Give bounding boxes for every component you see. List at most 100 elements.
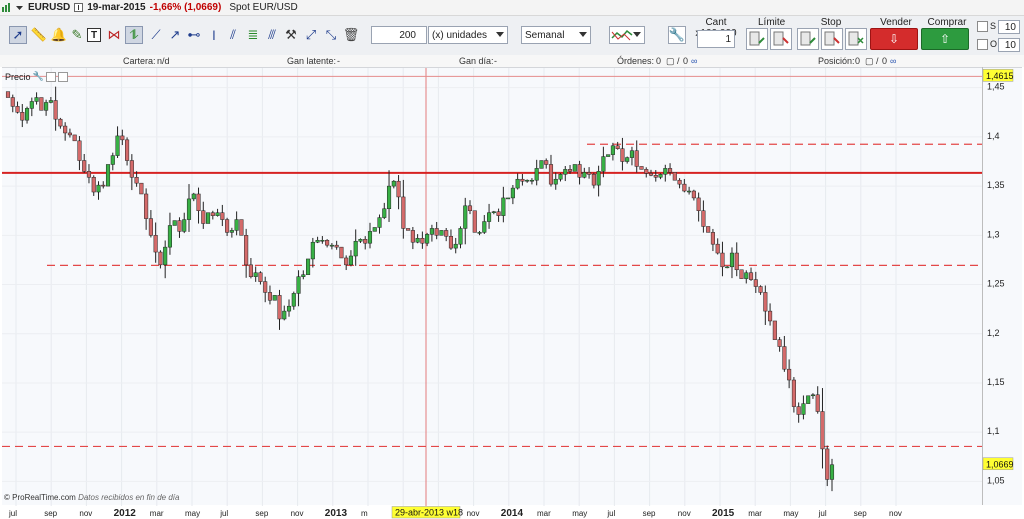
limit-buy-button[interactable] (746, 28, 768, 50)
x-tick-label: sep (854, 509, 867, 518)
arrow-up-tool-icon[interactable]: ⤢ (302, 26, 320, 44)
buy-mkt-button[interactable]: ⇧ (921, 28, 969, 50)
candle-body (758, 286, 763, 293)
candle-body (582, 172, 587, 178)
candle-body (344, 257, 349, 266)
hammer-tool-icon[interactable]: ⚒ (282, 26, 300, 44)
order-qty-input[interactable]: 1 (697, 30, 735, 48)
chart-type-select[interactable] (609, 26, 645, 44)
vertical-line-icon[interactable]: ǀ (205, 26, 223, 44)
candle-body (710, 232, 715, 245)
line-tool-icon[interactable]: ⟋ (147, 26, 165, 44)
candle-body (39, 97, 44, 111)
last-price-tag: 1,0669 (986, 459, 1014, 469)
candle-body (682, 183, 687, 192)
candle-body (463, 205, 468, 229)
stop-extra-button[interactable] (845, 28, 867, 50)
candle-body (629, 150, 635, 158)
candle-body (801, 403, 806, 415)
candle-body (615, 145, 620, 149)
channel-tool-icon[interactable]: ⫽ (224, 26, 242, 44)
x-tick-label: jul (8, 509, 17, 518)
candle-body (434, 228, 439, 236)
fibonacci-fan-icon[interactable]: ⫻ (263, 26, 281, 44)
symbol-label[interactable]: EURUSD (28, 2, 70, 13)
candle-body (777, 339, 782, 347)
ruler-tool-icon[interactable]: 📏 (30, 26, 48, 44)
ordenes-link-icon[interactable]: ∞ (691, 56, 697, 66)
trend-red-icon[interactable]: ⋈ (105, 26, 123, 44)
s-value-input[interactable]: 10 (998, 20, 1020, 34)
ordenes-separator: / (677, 56, 680, 66)
x-tick-label: 2012 (114, 508, 137, 519)
price-chart-panel[interactable]: Precio 🔧 (2, 67, 1022, 506)
candle-body (720, 252, 725, 268)
x-tick-label: may (783, 509, 798, 518)
stop-buy-button[interactable] (797, 28, 819, 50)
candle-body (701, 210, 706, 227)
candle-body (172, 220, 177, 226)
unit-type-select[interactable]: (x) unidades (428, 26, 508, 44)
candle-body (186, 198, 192, 220)
wrench-icon[interactable]: 🔧 (33, 71, 44, 82)
alert-bell-icon[interactable]: 🔔 (50, 26, 68, 44)
s-checkbox[interactable] (977, 21, 988, 32)
candle-body (10, 97, 15, 107)
x-tick-label: 2014 (501, 508, 524, 519)
ray-tool-icon[interactable]: ↗ (166, 26, 184, 44)
x-tick-label: nov (291, 509, 304, 518)
candle-body (86, 171, 92, 178)
horizontal-line-icon[interactable]: ⊷ (185, 26, 203, 44)
candle-body (244, 235, 249, 266)
price-chart[interactable] (2, 68, 982, 506)
candle-body (258, 272, 263, 282)
pointer-tool-icon[interactable]: ➚ (9, 26, 27, 44)
dropdown-arrow-icon[interactable] (15, 3, 24, 12)
unit-count-input[interactable]: 200 (371, 26, 427, 44)
limit-buy-icon (749, 31, 765, 46)
candle-body (272, 295, 277, 301)
posicion-view-icon[interactable]: ▢ (865, 56, 874, 67)
period-select[interactable]: Semanal (521, 26, 591, 44)
candle-body (139, 182, 144, 195)
close-panel-icon[interactable] (57, 71, 68, 82)
candle-body (296, 276, 301, 294)
y-tick-label: 1,35 (987, 180, 1005, 190)
candle-body (610, 145, 615, 155)
arrow-down-tool-icon[interactable]: ⤡ (322, 26, 340, 44)
fibonacci-tool-icon[interactable]: ≣ (244, 26, 262, 44)
posicion-link-icon[interactable]: ∞ (890, 56, 896, 66)
candle-body (748, 272, 754, 280)
candle-body (63, 125, 68, 134)
cartera-value: n/d (157, 56, 170, 66)
marker-tool-icon[interactable]: ✎ (68, 26, 86, 44)
trash-icon[interactable]: 🗑 (342, 26, 360, 44)
text-tool-icon[interactable]: T (87, 28, 101, 42)
settings-wrench-icon[interactable]: 🔧 (668, 26, 686, 44)
posicion-value-2: 0 (882, 56, 888, 66)
candle-body (815, 394, 820, 412)
candle-body (772, 320, 777, 340)
candle-body (782, 346, 787, 370)
candle-body (105, 164, 111, 187)
candle-body (653, 175, 658, 178)
info-icon[interactable] (74, 3, 84, 12)
expand-icon[interactable] (45, 71, 56, 82)
candle-body (182, 219, 187, 232)
candle-body (29, 101, 34, 109)
candle-body (177, 220, 182, 232)
candle-body (377, 217, 382, 228)
trend-green-icon[interactable]: ⥮ (125, 26, 143, 44)
candle-body (606, 154, 611, 157)
sell-mkt-button[interactable]: ⇩ (870, 28, 918, 50)
stop-sell-button[interactable] (821, 28, 843, 50)
candle-body (501, 197, 506, 216)
ordenes-view-icon[interactable]: ▢ (666, 56, 675, 67)
x-tick-label: nov (678, 509, 691, 518)
o-value-input[interactable]: 10 (998, 38, 1020, 52)
o-checkbox[interactable] (977, 39, 988, 50)
limit-sell-button[interactable] (770, 28, 792, 50)
candle-body (644, 169, 649, 174)
candle-body (286, 305, 292, 312)
candle-body (806, 395, 811, 404)
